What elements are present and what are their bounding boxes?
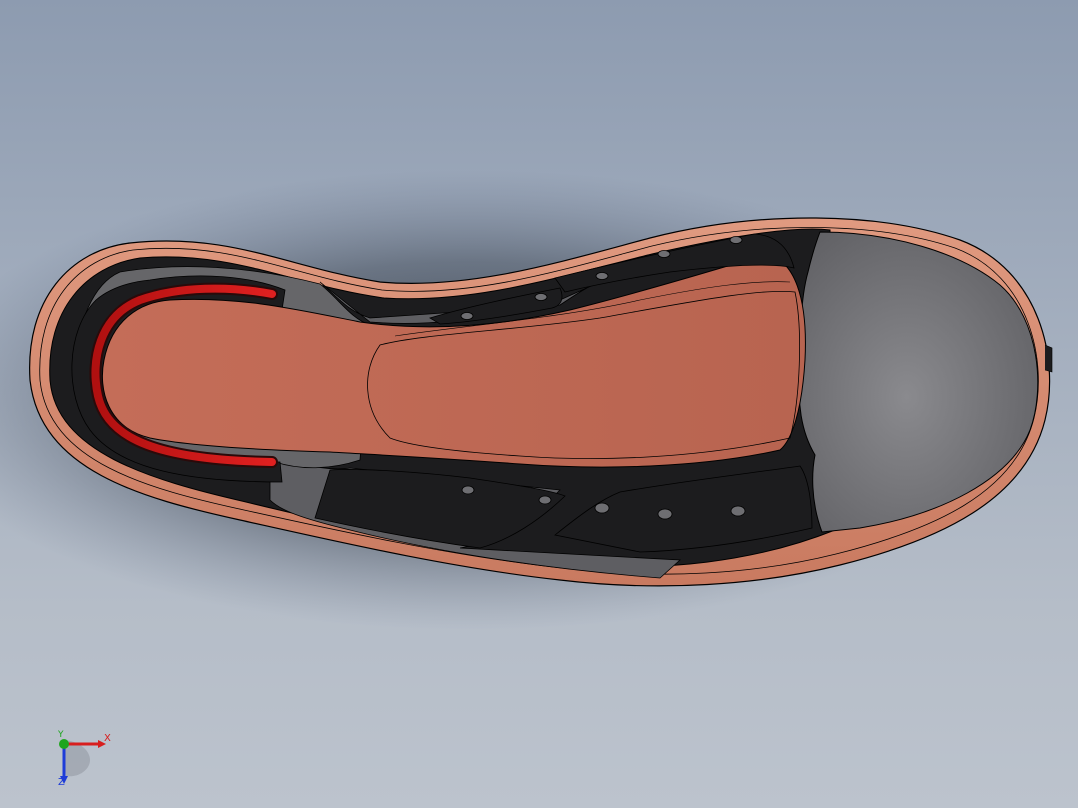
toe-edge	[1044, 344, 1053, 373]
eyelet	[594, 502, 610, 514]
eyelet	[538, 495, 552, 505]
shoe-3d-model[interactable]	[0, 0, 1078, 808]
eyelet	[534, 293, 548, 301]
eyelet	[730, 505, 746, 517]
axis-z-label: Z	[58, 777, 65, 788]
eyelet	[657, 508, 673, 520]
reference-triad[interactable]: X Y Z	[48, 728, 118, 792]
eyelet	[657, 250, 671, 258]
eyelet	[595, 272, 609, 280]
graphics-viewport[interactable]: X Y Z	[0, 0, 1078, 808]
eyelet	[729, 236, 743, 244]
axis-y-label: Y	[58, 730, 64, 740]
eyelet	[460, 312, 474, 320]
eyelet	[461, 485, 475, 495]
axis-x-label: X	[104, 733, 111, 744]
